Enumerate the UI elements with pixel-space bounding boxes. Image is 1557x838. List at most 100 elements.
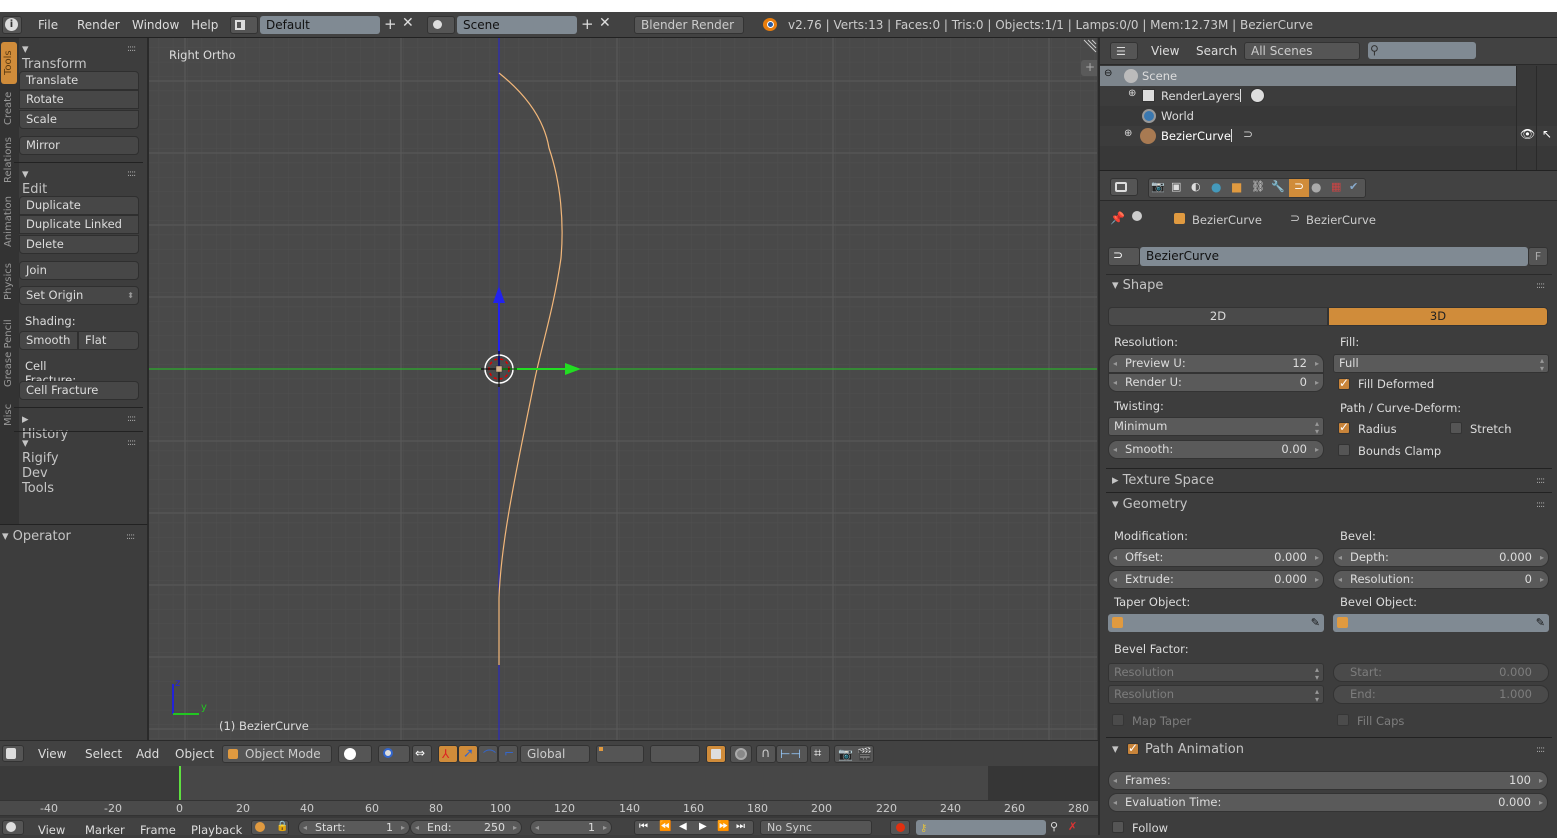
visibility-eye-icon[interactable]: 👁	[1520, 127, 1535, 141]
play-icon[interactable]: ▶	[699, 821, 707, 832]
layout-name-field[interactable]: Default	[260, 16, 380, 34]
drag-handle-icon[interactable]: ::::	[126, 532, 135, 542]
play-reverse-icon[interactable]: ◀	[679, 821, 687, 832]
outliner-search-input[interactable]: ⚲	[1368, 42, 1476, 59]
keying-set-field[interactable]: ⚷	[916, 820, 1046, 835]
expand-icon[interactable]: ⊕	[1124, 128, 1132, 139]
extrude-field[interactable]: ◂ Extrude: 0.000 ▸	[1108, 570, 1324, 589]
render-u-field[interactable]: ◂ Render U: 0 ▸	[1108, 373, 1324, 392]
material-tab-icon[interactable]: ●	[1311, 180, 1327, 196]
join-button[interactable]: Join	[19, 261, 139, 280]
info-editor-button[interactable]: i	[2, 16, 22, 34]
bevel-factor-end-field[interactable]: End: 1.000	[1333, 685, 1549, 704]
bevel-object-field[interactable]: ✎	[1333, 614, 1549, 632]
lock-camera-layers-button[interactable]	[706, 745, 726, 763]
outliner-menu-view[interactable]: View	[1151, 44, 1179, 58]
datablock-browse-button[interactable]: ⊃	[1108, 247, 1140, 266]
drag-handle-icon[interactable]: ::::	[127, 169, 136, 179]
curve-2d-button[interactable]: 2D	[1108, 307, 1328, 326]
scene-tab-icon[interactable]: ◐	[1191, 180, 1207, 196]
start-frame-field[interactable]: ◂ Start: 1 ▸	[298, 820, 410, 835]
tab-animation[interactable]: Animation	[1, 190, 17, 254]
panel-rigify-header[interactable]: ▾ Rigify Dev Tools	[22, 436, 59, 496]
modifiers-wrench-icon[interactable]: 🔧	[1271, 180, 1287, 196]
texture-tab-icon[interactable]: ▦	[1331, 180, 1347, 196]
stretch-checkbox[interactable]	[1450, 422, 1462, 434]
bevel-factor-start-field[interactable]: Start: 0.000	[1333, 663, 1549, 682]
menu-window[interactable]: Window	[132, 18, 179, 32]
follow-checkbox[interactable]	[1112, 821, 1124, 833]
jump-start-icon[interactable]: ⏮	[639, 821, 648, 832]
selectability-cursor-icon[interactable]: ↖	[1542, 127, 1552, 141]
radius-checkbox[interactable]	[1338, 420, 1350, 434]
scale-manipulator[interactable]: ⌐	[498, 745, 518, 763]
transform-orientation-dropdown[interactable]: Global	[520, 745, 590, 763]
bounds-clamp-checkbox[interactable]	[1338, 444, 1350, 456]
breadcrumb-object[interactable]: BezierCurve	[1192, 213, 1262, 227]
taper-object-field[interactable]: ✎	[1108, 614, 1324, 632]
render-engine-dropdown[interactable]: Blender Render	[634, 16, 744, 34]
constraints-tab-icon[interactable]: ⛓	[1251, 180, 1267, 196]
twisting-dropdown[interactable]: Minimum ▴ ▾	[1108, 417, 1324, 436]
proportional-editing-button[interactable]	[730, 745, 752, 763]
remove-scene-icon[interactable]: ✕	[599, 15, 611, 31]
smooth-button[interactable]: Smooth	[19, 331, 78, 350]
drag-handle-icon[interactable]: ::::	[1536, 745, 1545, 755]
set-origin-dropdown[interactable]: Set Origin ⬍	[19, 286, 139, 305]
bevel-depth-field[interactable]: ◂ Depth: 0.000 ▸	[1333, 548, 1549, 567]
add-layout-icon[interactable]: +	[384, 15, 397, 33]
outliner-row-scene[interactable]: ⊖ Scene	[1100, 66, 1516, 86]
world-tab-icon[interactable]: ●	[1211, 180, 1227, 196]
outliner-row-beziercurve[interactable]: ⊕ BezierCurve ⊃ 👁 ↖	[1100, 126, 1557, 146]
manipulator-toggle[interactable]: ⅄	[438, 745, 458, 763]
current-frame-field[interactable]: ◂ 1 ▸	[530, 820, 612, 835]
add-scene-icon[interactable]: +	[581, 15, 594, 33]
bevel-factor-mapping-start-dropdown[interactable]: Resolution ▴ ▾	[1108, 663, 1324, 682]
drag-handle-icon[interactable]: ::::	[127, 414, 136, 424]
duplicate-button[interactable]: Duplicate	[19, 196, 139, 215]
duplicate-linked-button[interactable]: Duplicate Linked	[19, 215, 139, 234]
snap-toggle[interactable]: ∩	[756, 745, 776, 763]
outliner-editor-type-button[interactable]: ☰	[1110, 42, 1138, 60]
path-animation-checkbox[interactable]	[1127, 741, 1139, 755]
menu-select[interactable]: Select	[85, 747, 122, 761]
fill-dropdown[interactable]: Full ▴ ▾	[1333, 354, 1549, 373]
bevel-factor-mapping-end-dropdown[interactable]: Resolution ▴ ▾	[1108, 685, 1324, 704]
properties-toggle-icon[interactable]: +	[1081, 60, 1097, 76]
drag-handle-icon[interactable]: ::::	[1536, 281, 1545, 291]
pivot-point-dropdown[interactable]	[378, 745, 410, 763]
snap-target-button[interactable]: ⌗	[810, 745, 830, 763]
scene-name-field[interactable]: Scene	[457, 16, 577, 34]
render-buttons[interactable]: 📷 🎬	[834, 745, 874, 763]
layers-group-2[interactable]	[650, 745, 700, 763]
editor-type-button[interactable]	[2, 745, 24, 762]
tab-relations[interactable]: Relations	[1, 132, 17, 188]
physics-tab-icon[interactable]: ✔	[1349, 180, 1365, 196]
rotate-manipulator[interactable]: ⌒	[478, 745, 498, 765]
snap-element-dropdown[interactable]: ⊢⊣	[776, 745, 808, 763]
remove-layout-icon[interactable]: ✕	[402, 15, 414, 31]
object-tab-icon[interactable]: ■	[1231, 180, 1247, 196]
tab-create[interactable]: Create	[1, 86, 17, 130]
pin-icon[interactable]: 📌	[1110, 211, 1125, 225]
map-taper-checkbox[interactable]	[1112, 714, 1124, 726]
layers-group-1[interactable]	[596, 745, 644, 763]
drag-handle-icon[interactable]: ::::	[127, 438, 136, 448]
bevel-resolution-field[interactable]: ◂ Resolution: 0 ▸	[1333, 570, 1549, 589]
curve-data-tab-icon[interactable]: ⊃	[1289, 179, 1309, 197]
panel-edit-header[interactable]: ▾ Edit	[22, 167, 47, 197]
tab-grease-pencil[interactable]: Grease Pencil	[1, 310, 17, 396]
properties-editor-type-button[interactable]	[1110, 178, 1138, 196]
mode-dropdown[interactable]: Object Mode	[222, 745, 332, 763]
timeline-editor-type-button[interactable]	[2, 820, 24, 835]
panel-geometry-header[interactable]: ▾ Geometry	[1112, 497, 1188, 512]
collapse-icon[interactable]: ⊖	[1104, 68, 1112, 79]
delete-button[interactable]: Delete	[19, 235, 139, 254]
preview-u-field[interactable]: ◂ Preview U: 12 ▸	[1108, 354, 1324, 373]
eyedropper-icon[interactable]: ✎	[1536, 614, 1545, 632]
sync-mode-dropdown[interactable]: No Sync	[760, 820, 872, 835]
translate-button[interactable]: Translate	[19, 71, 139, 90]
prev-keyframe-icon[interactable]: ⏪	[659, 821, 671, 832]
timeline-editor[interactable]: -40 -20 0 20 40 60 80 100 120 140 160 18…	[0, 766, 1098, 837]
offset-field[interactable]: ◂ Offset: 0.000 ▸	[1108, 548, 1324, 567]
